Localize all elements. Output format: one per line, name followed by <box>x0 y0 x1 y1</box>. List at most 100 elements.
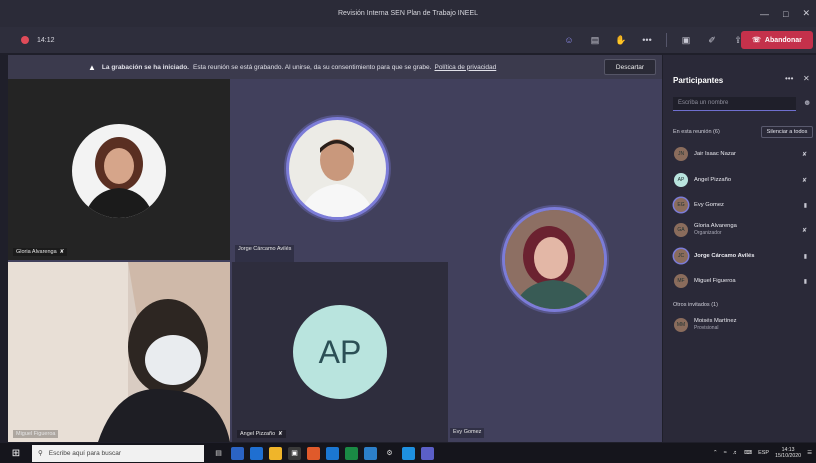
file-explorer-icon[interactable] <box>269 446 282 460</box>
name-tag: Gloria Alvarenga ✘ <box>13 248 68 256</box>
name-tag: Evy Gomez <box>450 428 485 438</box>
taskbar-search-input[interactable]: ⚲ Escribe aquí para buscar <box>32 444 204 462</box>
tray-chevron-icon[interactable]: ⌃ <box>713 450 718 456</box>
settings-icon[interactable]: ⚙ <box>383 447 396 460</box>
avatar: MF <box>674 274 688 288</box>
banner-title: La grabación se ha iniciado. <box>101 63 189 71</box>
discard-button[interactable]: Descartar <box>604 59 656 75</box>
participant-name: Jorge Cárcamo Avilés <box>694 252 755 259</box>
edge-icon[interactable] <box>402 446 415 460</box>
add-participant-icon[interactable]: ☻ <box>803 98 811 107</box>
meeting-controls: ☺ ▤ ✋ ••• ▣ ✐ ⇪ <box>556 27 751 53</box>
clock-date: 15/10/2020 <box>775 453 802 459</box>
clock[interactable]: 14:13 15/10/2020 <box>775 447 801 459</box>
mic-on-icon: ▮ <box>803 278 807 285</box>
windows-start-icon[interactable]: ⊞ <box>6 443 26 463</box>
mic-on-icon: ▮ <box>803 253 807 260</box>
participants-icon[interactable]: ☺ <box>556 27 582 53</box>
panel-title: Participantes <box>673 76 724 85</box>
maximize-button[interactable]: □ <box>783 9 788 19</box>
participant-name: Angel Pizzaño <box>694 176 732 183</box>
participant-name: Gloria Alvarenga <box>694 223 737 230</box>
avatar-jorge[interactable] <box>289 120 386 217</box>
participant-name: Angel Pizzaño <box>240 431 276 437</box>
onedrive-icon[interactable] <box>364 446 377 460</box>
leave-button-label: Abandonar <box>764 36 802 44</box>
windows-taskbar: ⊞ ⚲ Escribe aquí para buscar ▤ ▣ ⚙ ⌃ ≈ ♬… <box>0 443 816 463</box>
clock-time: 14:13 <box>781 446 795 453</box>
toolbar-divider <box>666 33 667 47</box>
banner-text: Esta reunión se está grabando. Al unirse… <box>192 63 432 71</box>
mute-all-button[interactable]: Silenciar a todos <box>761 126 813 138</box>
leave-button[interactable]: ☏ Abandonar <box>741 31 813 49</box>
participant-search-input[interactable]: Escriba un nombre <box>673 97 796 111</box>
avatar: JN <box>674 147 688 161</box>
language-indicator[interactable]: ESP <box>758 450 769 456</box>
title-bar: Revisión Interna SEN Plan de Trabajo INE… <box>0 0 816 27</box>
chat-icon[interactable]: ▤ <box>582 27 608 53</box>
avatar: MM <box>674 318 688 332</box>
store-icon[interactable]: ▣ <box>288 446 301 460</box>
mic-off-icon: ✘ <box>801 177 807 184</box>
name-tag: Angel Pizzaño ✘ <box>237 430 286 438</box>
panel-close-icon[interactable]: ✕ <box>803 74 810 83</box>
volume-icon[interactable]: ♬ <box>733 450 739 456</box>
participant-role: Provisional <box>694 324 719 331</box>
chrome-icon[interactable] <box>307 446 320 460</box>
close-button[interactable]: ✕ <box>802 8 810 19</box>
participant-name-block: Moisés Martínez Provisional <box>694 318 737 331</box>
avatar-gloria <box>72 124 166 218</box>
warning-icon: ▲ <box>88 62 96 72</box>
participant-row[interactable]: JN Jair Isaac Nazar ✘ <box>674 146 809 162</box>
avatar: EG <box>674 198 688 212</box>
video-stage: Gloria Alvarenga ✘ Jorge Cárcamo Avilés <box>8 79 662 442</box>
participant-row[interactable]: MF Miguel Figueroa ▮ <box>674 273 809 289</box>
participant-row[interactable]: GA Gloria Alvarenga Organizador ✘ <box>674 222 809 238</box>
participant-name: Moisés Martínez <box>694 318 737 325</box>
window-title: Revisión Interna SEN Plan de Trabajo INE… <box>337 10 479 17</box>
participants-panel: Participantes ••• ✕ Escriba un nombre ☻ … <box>663 55 816 442</box>
raise-hand-icon[interactable]: ✋ <box>608 27 634 53</box>
hang-up-icon: ☏ <box>752 37 761 44</box>
mic-off-icon: ✘ <box>59 249 65 255</box>
participant-name: Gloria Alvarenga <box>16 249 57 255</box>
in-meeting-header[interactable]: En esta reunión (6) <box>673 129 720 135</box>
task-view-icon[interactable]: ▤ <box>212 447 225 460</box>
meeting-timer: 14:12 <box>37 36 55 44</box>
participant-name: Miguel Figueroa <box>16 431 56 437</box>
avatar: GA <box>674 223 688 237</box>
word-icon[interactable] <box>231 446 244 460</box>
avatar: AP <box>674 173 688 187</box>
participant-row[interactable]: EG Evy Gomez ▮ <box>674 197 809 213</box>
recording-indicator-icon <box>21 36 29 44</box>
participant-row[interactable]: JC Jorge Cárcamo Avilés ▮ <box>674 248 809 264</box>
panel-more-icon[interactable]: ••• <box>785 74 793 83</box>
other-invitees-header[interactable]: Otros invitados (1) <box>673 302 718 308</box>
camera-icon[interactable]: ▣ <box>673 27 699 53</box>
video-tile-miguel[interactable]: Miguel Figueroa <box>8 262 230 442</box>
keyboard-icon[interactable]: ⌨ <box>744 450 752 456</box>
video-tile-gloria[interactable]: Gloria Alvarenga ✘ <box>8 79 230 260</box>
excel-icon[interactable] <box>345 446 358 460</box>
participant-name: Evy Gomez <box>694 201 724 208</box>
avatar: JC <box>674 249 688 263</box>
avatar-evy[interactable] <box>505 210 604 309</box>
recording-banner: ▲ La grabación se ha iniciado. Esta reun… <box>8 55 662 79</box>
taskbar-search-placeholder: Escribe aquí para buscar <box>48 449 122 457</box>
mic-off-icon: ✘ <box>278 431 283 437</box>
privacy-policy-link[interactable]: Política de privacidad <box>434 64 496 71</box>
teams-icon[interactable] <box>421 446 434 460</box>
participant-row[interactable]: AP Angel Pizzaño ✘ <box>674 172 809 188</box>
more-options-icon[interactable]: ••• <box>634 27 660 53</box>
minimize-button[interactable]: — <box>760 9 769 19</box>
notifications-icon[interactable]: ☰ <box>807 450 812 456</box>
microphone-icon[interactable]: ✐ <box>699 27 725 53</box>
avatar-initials-ap: AP <box>293 305 387 399</box>
mail-icon[interactable] <box>326 446 339 460</box>
wifi-icon[interactable]: ≈ <box>724 450 727 456</box>
meeting-toolbar: 14:12 ☺ ▤ ✋ ••• ▣ ✐ ⇪ ☏ Abandonar <box>0 27 816 53</box>
outlook-icon[interactable] <box>250 446 263 460</box>
participant-role: Organizador <box>694 229 722 236</box>
participant-row[interactable]: MM Moisés Martínez Provisional <box>674 317 809 333</box>
mic-off-icon: ✘ <box>801 151 807 158</box>
